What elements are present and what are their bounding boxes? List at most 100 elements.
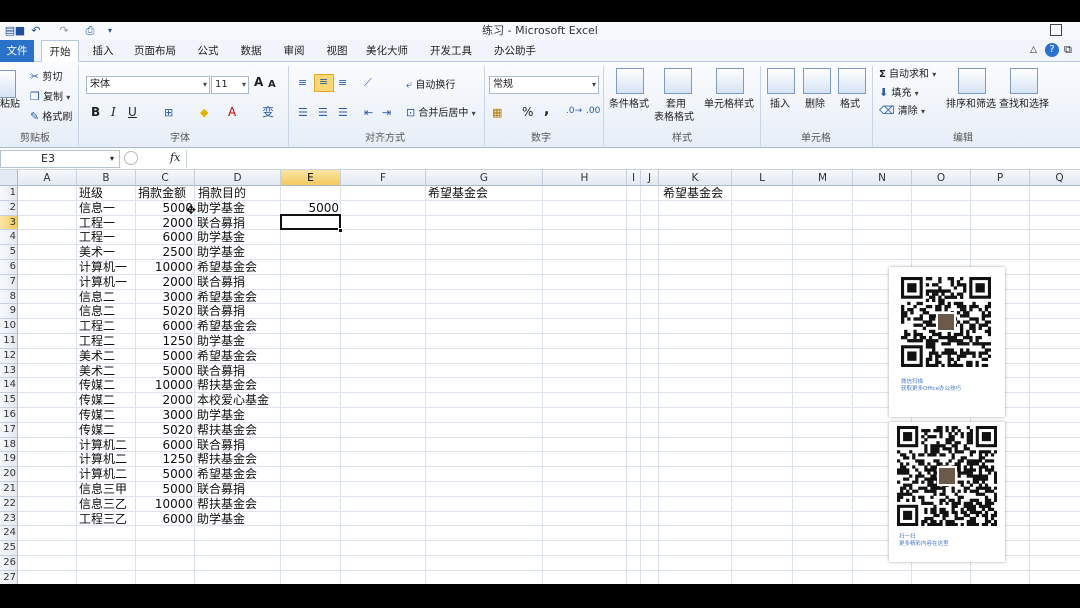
- column-header-h[interactable]: H: [543, 170, 627, 186]
- cell-purpose[interactable]: 联合募捐: [197, 216, 245, 231]
- row-header-10[interactable]: 10: [0, 319, 18, 334]
- cell-amount[interactable]: 3000: [136, 408, 193, 423]
- cell-class[interactable]: 传媒二: [79, 423, 115, 438]
- increase-decimal-icon[interactable]: .0→: [566, 106, 582, 116]
- delete-cells-button[interactable]: 删除: [805, 98, 825, 111]
- cell-amount[interactable]: 5000: [136, 364, 193, 379]
- orientation-icon[interactable]: ⟋: [364, 76, 372, 90]
- tab-insert[interactable]: 插入: [88, 40, 118, 62]
- cell-class[interactable]: 信息二: [79, 290, 115, 305]
- tab-office-assistant[interactable]: 办公助手: [492, 40, 538, 62]
- cell-amount[interactable]: 1250: [136, 334, 193, 349]
- bold-button[interactable]: B: [91, 106, 100, 119]
- restore-window-icon[interactable]: [1050, 24, 1062, 36]
- underline-button[interactable]: U: [128, 106, 137, 119]
- cell-amount[interactable]: 6000: [136, 512, 193, 527]
- column-header-q[interactable]: Q: [1030, 170, 1080, 186]
- cell-class[interactable]: 计算机一: [79, 260, 127, 275]
- cell-amount[interactable]: 5000: [136, 201, 193, 216]
- cell-amount[interactable]: 5020: [136, 423, 193, 438]
- wrap-text-button[interactable]: ⤶ 自动换行: [406, 78, 455, 92]
- cell-amount[interactable]: 1250: [136, 452, 193, 467]
- column-header-b[interactable]: B: [77, 170, 136, 186]
- cell-purpose[interactable]: 联合募捐: [197, 364, 245, 379]
- cell-class[interactable]: 美术二: [79, 364, 115, 379]
- cell-amount[interactable]: 6000: [136, 230, 193, 245]
- currency-icon[interactable]: ▦: [492, 106, 502, 119]
- shrink-font-button[interactable]: A: [268, 78, 276, 91]
- phonetic-button[interactable]: 变: [262, 106, 274, 119]
- delete-cells-icon[interactable]: [803, 68, 831, 94]
- align-top-icon[interactable]: ≡: [298, 76, 307, 89]
- row-header-8[interactable]: 8: [0, 289, 18, 305]
- tab-beautify[interactable]: 美化大师: [364, 40, 410, 62]
- column-header-d[interactable]: D: [195, 170, 281, 186]
- row-header-25[interactable]: 25: [0, 541, 18, 556]
- column-header-g[interactable]: G: [426, 170, 543, 186]
- comma-button[interactable]: ,: [544, 103, 549, 117]
- row-header-5[interactable]: 5: [0, 245, 18, 260]
- cell-purpose[interactable]: 帮扶基金会: [197, 452, 257, 467]
- format-painter-button[interactable]: ✎ 格式刷: [30, 110, 72, 124]
- format-cells-button[interactable]: 格式: [840, 98, 860, 111]
- tab-developer[interactable]: 开发工具: [428, 40, 474, 62]
- cell-amount[interactable]: 2000: [136, 216, 193, 231]
- row-header-16[interactable]: 16: [0, 408, 18, 423]
- cell-purpose[interactable]: 希望基金会: [197, 260, 257, 275]
- header-class-cell[interactable]: 班级: [79, 186, 103, 201]
- column-header-i[interactable]: I: [627, 170, 641, 186]
- copy-button[interactable]: ❐ 复制 ▾: [30, 90, 70, 104]
- row-header-19[interactable]: 19: [0, 452, 18, 468]
- cell-purpose[interactable]: 助学基金: [197, 408, 245, 423]
- cell-amount[interactable]: 2000: [136, 393, 193, 408]
- cell-class[interactable]: 美术一: [79, 245, 115, 260]
- header-amount-cell[interactable]: 捐款金额: [138, 186, 186, 201]
- cell-class[interactable]: 计算机二: [79, 438, 127, 453]
- cell-amount[interactable]: 6000: [136, 438, 193, 453]
- cell-purpose[interactable]: 联合募捐: [197, 304, 245, 319]
- border-icon[interactable]: ⊞: [164, 106, 173, 119]
- cell-amount[interactable]: 10000: [136, 497, 193, 512]
- row-header-24[interactable]: 24: [0, 526, 18, 542]
- find-select-icon[interactable]: [1010, 68, 1038, 94]
- conditional-format-button[interactable]: 条件格式: [609, 98, 649, 111]
- spreadsheet-grid[interactable]: ABCDEFGHIJKLMNOPQ 1 2 3 4 5 6 7 8 9 10 11 12 13 14 15 1…: [0, 170, 1080, 584]
- align-middle-button[interactable]: ≡: [314, 74, 334, 92]
- cell-amount[interactable]: 6000: [136, 319, 193, 334]
- cell-amount[interactable]: 3000: [136, 290, 193, 305]
- cell-amount[interactable]: 5000: [136, 467, 193, 482]
- row-header-9[interactable]: 9: [0, 304, 18, 320]
- grow-font-button[interactable]: A: [254, 76, 263, 89]
- cell-purpose[interactable]: 希望基金会: [197, 467, 257, 482]
- tab-formulas[interactable]: 公式: [193, 40, 223, 62]
- cell-purpose[interactable]: 助学基金: [197, 334, 245, 349]
- table-format-icon[interactable]: [664, 68, 692, 94]
- column-header-m[interactable]: M: [793, 170, 853, 186]
- conditional-format-icon[interactable]: [616, 68, 644, 94]
- cell-class[interactable]: 计算机二: [79, 467, 127, 482]
- tab-page-layout[interactable]: 页面布局: [132, 40, 178, 62]
- italic-button[interactable]: I: [111, 106, 116, 119]
- cell-purpose[interactable]: 帮扶基金会: [197, 423, 257, 438]
- cell-class[interactable]: 计算机二: [79, 452, 127, 467]
- cell-g1[interactable]: 希望基金会: [428, 186, 488, 201]
- cell-class[interactable]: 工程三乙: [79, 512, 127, 527]
- tab-home[interactable]: 开始: [41, 40, 79, 63]
- column-header-p[interactable]: P: [971, 170, 1030, 186]
- row-header-26[interactable]: 26: [0, 556, 18, 571]
- decrease-decimal-icon[interactable]: .00: [586, 106, 600, 116]
- cell-purpose[interactable]: 联合募捐: [197, 482, 245, 497]
- tab-view[interactable]: 视图: [322, 40, 352, 62]
- cell-class[interactable]: 传媒二: [79, 408, 115, 423]
- cell-class[interactable]: 工程一: [79, 230, 115, 245]
- find-select-button[interactable]: 查找和选择: [999, 98, 1049, 111]
- insert-cells-button[interactable]: 插入: [770, 98, 790, 111]
- table-format-button[interactable]: 套用: [666, 98, 686, 111]
- row-header-17[interactable]: 17: [0, 422, 18, 438]
- cell-purpose[interactable]: 帮扶基金会: [197, 378, 257, 393]
- row-header-21[interactable]: 21: [0, 482, 18, 497]
- row-header-7[interactable]: 7: [0, 274, 18, 290]
- cell-purpose[interactable]: 联合募捐: [197, 275, 245, 290]
- cell-purpose[interactable]: 助学基金: [197, 230, 245, 245]
- cell-class[interactable]: 工程一: [79, 216, 115, 231]
